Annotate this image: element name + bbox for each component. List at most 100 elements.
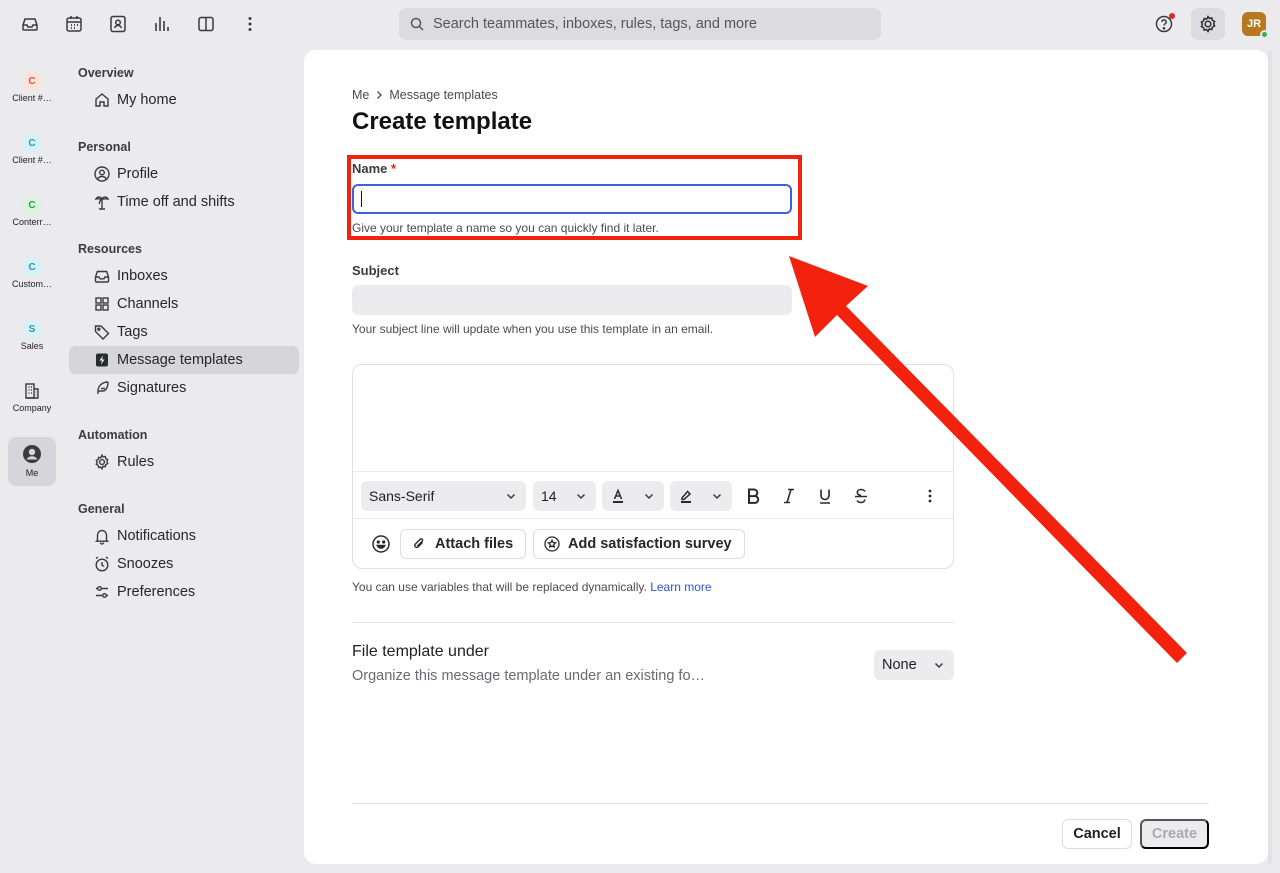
nav-label: Inboxes bbox=[117, 268, 168, 284]
sidebar-item-profile[interactable]: Profile bbox=[69, 160, 299, 188]
create-button[interactable]: Create bbox=[1140, 819, 1209, 849]
building-icon bbox=[25, 383, 39, 399]
subject-hint: Your subject line will update when you u… bbox=[352, 322, 714, 336]
sidebar-item-preferences[interactable]: Preferences bbox=[69, 578, 299, 606]
breadcrumb-me[interactable]: Me bbox=[352, 88, 369, 102]
italic-icon bbox=[784, 488, 794, 504]
emoji-icon bbox=[372, 535, 390, 553]
chevron-down-icon bbox=[576, 493, 586, 500]
section-title-overview: Overview bbox=[78, 66, 134, 80]
add-satisfaction-survey-button[interactable]: Add satisfaction survey bbox=[533, 529, 745, 559]
attach-files-button[interactable]: Attach files bbox=[400, 529, 527, 559]
sidebar-item-notifications[interactable]: Notifications bbox=[69, 522, 299, 550]
profile-icon bbox=[93, 165, 111, 183]
section-title-automation: Automation bbox=[78, 428, 148, 442]
workspace-badge: S bbox=[23, 320, 41, 338]
rail-item-client-2[interactable]: C Client #… bbox=[8, 122, 56, 172]
rail-label: Me bbox=[25, 468, 39, 478]
sidebar-item-my-home[interactable]: My home bbox=[69, 86, 299, 114]
page-title: Create template bbox=[352, 108, 533, 135]
chevron-down-icon bbox=[934, 662, 944, 669]
folder-select[interactable]: None bbox=[874, 650, 954, 680]
sidebar-item-time-off[interactable]: Time off and shifts bbox=[69, 188, 299, 216]
help-icon[interactable] bbox=[1152, 12, 1176, 36]
italic-button[interactable] bbox=[778, 484, 800, 508]
template-bolt-icon bbox=[93, 351, 111, 369]
rail-item-client-1[interactable]: C Client #… bbox=[8, 60, 56, 110]
sidebar-item-signatures[interactable]: Signatures bbox=[69, 374, 299, 402]
rail-item-conterr[interactable]: C Conterr… bbox=[8, 184, 56, 234]
editor-actions: Attach files Add satisfaction survey bbox=[353, 519, 953, 569]
section-title-resources: Resources bbox=[78, 242, 142, 256]
editor-body[interactable] bbox=[353, 365, 953, 471]
more-options-button[interactable] bbox=[919, 484, 941, 508]
rail-label: Sales bbox=[20, 341, 44, 351]
sidebar-item-rules[interactable]: Rules bbox=[69, 448, 299, 476]
font-family-value: Sans-Serif bbox=[369, 488, 435, 504]
rail-label: Conterr… bbox=[12, 217, 52, 227]
chevron-down-icon bbox=[712, 493, 722, 500]
subject-input[interactable] bbox=[352, 285, 792, 315]
underline-icon bbox=[820, 489, 830, 504]
breadcrumb: Me Message templates bbox=[352, 88, 498, 102]
top-bar: Search teammates, inboxes, rules, tags, … bbox=[0, 0, 1280, 50]
sidebar-item-tags[interactable]: Tags bbox=[69, 318, 299, 346]
scrollbar[interactable] bbox=[1268, 50, 1272, 864]
split-view-icon[interactable] bbox=[194, 12, 218, 36]
more-vertical-icon[interactable] bbox=[238, 12, 262, 36]
font-size-value: 14 bbox=[541, 488, 557, 504]
user-avatar[interactable]: JR bbox=[1242, 12, 1269, 39]
analytics-icon[interactable] bbox=[150, 12, 174, 36]
workspace-badge: C bbox=[23, 134, 41, 152]
font-size-select[interactable]: 14 bbox=[533, 481, 596, 511]
emoji-button[interactable] bbox=[370, 532, 392, 556]
name-label-text: Name bbox=[352, 161, 388, 176]
learn-more-link[interactable]: Learn more bbox=[650, 580, 711, 594]
rail-item-company[interactable]: Company bbox=[8, 370, 56, 420]
rail-item-custom[interactable]: C Custom… bbox=[8, 246, 56, 296]
breadcrumb-message-templates[interactable]: Message templates bbox=[389, 88, 497, 102]
subject-label: Subject bbox=[352, 263, 399, 278]
grid-icon bbox=[93, 295, 111, 313]
highlight-color-select[interactable] bbox=[670, 481, 732, 511]
rail-item-sales[interactable]: S Sales bbox=[8, 308, 56, 358]
bold-button[interactable] bbox=[742, 484, 764, 508]
file-template-under-description: Organize this message template under an … bbox=[352, 668, 706, 684]
sidebar-item-channels[interactable]: Channels bbox=[69, 290, 299, 318]
chevron-down-icon bbox=[506, 493, 516, 500]
nav-label: Notifications bbox=[117, 528, 196, 544]
underline-button[interactable] bbox=[814, 484, 836, 508]
sidebar-item-message-templates[interactable]: Message templates bbox=[69, 346, 299, 374]
variables-hint: You can use variables that will be repla… bbox=[352, 580, 712, 594]
inbox-icon[interactable] bbox=[18, 12, 42, 36]
contacts-icon[interactable] bbox=[106, 12, 130, 36]
cancel-button[interactable]: Cancel bbox=[1062, 819, 1132, 849]
text-caret bbox=[361, 191, 362, 207]
sidebar-item-snoozes[interactable]: Snoozes bbox=[69, 550, 299, 578]
name-input[interactable] bbox=[352, 184, 792, 214]
nav-label: Profile bbox=[117, 166, 159, 182]
calendar-icon[interactable] bbox=[62, 12, 86, 36]
inbox-icon bbox=[93, 267, 111, 285]
global-search-input[interactable]: Search teammates, inboxes, rules, tags, … bbox=[399, 8, 881, 40]
font-family-select[interactable]: Sans-Serif bbox=[361, 481, 526, 511]
text-color-select[interactable] bbox=[602, 481, 664, 511]
avatar-initials: JR bbox=[1246, 18, 1262, 30]
nav-label: Preferences bbox=[117, 584, 196, 600]
variables-hint-text: You can use variables that will be repla… bbox=[352, 580, 647, 594]
search-icon bbox=[410, 17, 424, 31]
rail-label: Custom… bbox=[11, 279, 52, 289]
strikethrough-button[interactable] bbox=[850, 484, 872, 508]
nav-label: Channels bbox=[117, 296, 179, 312]
formatting-toolbar: Sans-Serif 14 bbox=[353, 471, 953, 519]
footer-divider bbox=[352, 803, 1209, 804]
add-survey-label: Add satisfaction survey bbox=[568, 536, 732, 552]
settings-button[interactable] bbox=[1191, 8, 1225, 40]
rail-item-me[interactable]: Me bbox=[8, 437, 56, 486]
name-label: Name * bbox=[352, 161, 396, 176]
rail-label: Client #… bbox=[12, 155, 52, 165]
palm-tree-icon bbox=[93, 193, 111, 211]
nav-label: My home bbox=[117, 92, 177, 108]
sidebar-item-inboxes[interactable]: Inboxes bbox=[69, 262, 299, 290]
workspace-badge: C bbox=[23, 72, 41, 90]
